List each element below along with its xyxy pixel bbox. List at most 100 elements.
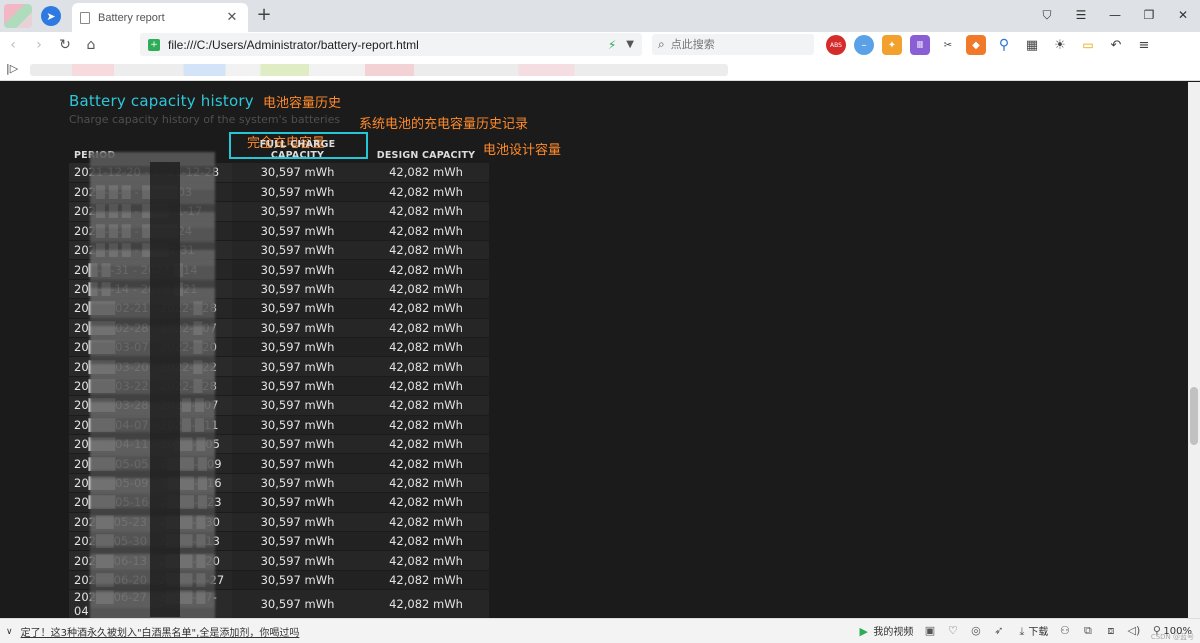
close-window-icon[interactable]: ✕ — [1166, 0, 1200, 30]
close-tab-icon[interactable]: ✕ — [224, 10, 240, 25]
full-charge-cell: 30,597 mWh — [232, 512, 363, 532]
redaction-overlay — [150, 162, 180, 617]
download-button[interactable]: ⤓ 下载 — [1015, 623, 1048, 639]
play-icon: ▶ — [859, 625, 868, 639]
report-content: Battery capacity history Charge capacity… — [0, 82, 1188, 618]
news-message[interactable]: 定了！这3种酒永久被划入"白酒黑名单",全是添加剂，你喝过吗 — [21, 624, 300, 639]
design-capacity-cell: 42,082 mWh — [363, 240, 489, 261]
design-capacity-cell: 42,082 mWh — [363, 356, 489, 377]
restore-icon[interactable]: ❐ — [1132, 0, 1166, 30]
design-capacity-cell: 42,082 mWh — [363, 376, 489, 397]
search-box[interactable]: ⌕ — [652, 34, 814, 55]
full-charge-cell: 30,597 mWh — [232, 531, 363, 552]
full-charge-cell: 30,597 mWh — [232, 376, 363, 397]
column-header-design: DESIGN CAPACITY — [376, 150, 476, 161]
purple-ext-icon[interactable]: Ⅲ — [910, 35, 930, 55]
design-capacity-cell: 42,082 mWh — [363, 415, 489, 435]
address-bar[interactable]: + file:///C:/Users/Administrator/battery… — [140, 33, 642, 56]
sidebar-toggle-icon[interactable]: |▷ — [6, 62, 18, 75]
news-ticker[interactable]: ∨ 定了！这3种酒永久被划入"白酒黑名单",全是添加剂，你喝过吗 — [6, 624, 300, 640]
adblock-icon[interactable]: ABS — [826, 35, 846, 55]
forward-icon[interactable]: › — [26, 32, 52, 58]
globe-icon[interactable]: ◎ — [969, 624, 982, 637]
menu-lines-icon[interactable]: ☰ — [1064, 0, 1098, 30]
translate-icon[interactable]: – — [854, 35, 874, 55]
full-charge-cell: 30,597 mWh — [232, 240, 363, 261]
apps-grid-icon[interactable]: ▦ — [1022, 35, 1042, 55]
volume-icon[interactable]: ◁) — [1127, 624, 1141, 637]
design-capacity-cell: 42,082 mWh — [363, 434, 489, 455]
full-charge-cell: 30,597 mWh — [232, 337, 363, 358]
full-charge-cell: 30,597 mWh — [232, 298, 363, 319]
bookmark-bar: |▷ — [0, 58, 1200, 81]
vertical-scrollbar[interactable] — [1188, 82, 1200, 618]
design-capacity-cell: 42,082 mWh — [363, 259, 489, 280]
full-charge-cell: 30,597 mWh — [232, 163, 363, 183]
search-input[interactable] — [670, 38, 801, 51]
brightness-icon[interactable]: ☀ — [1050, 35, 1070, 55]
home-icon[interactable]: ⌂ — [78, 32, 104, 58]
window-controls: ⛉ ☰ — ❐ ✕ — [1030, 0, 1200, 30]
annotation-design-cn: 电池设计容量 — [483, 143, 562, 158]
full-charge-cell: 30,597 mWh — [232, 182, 363, 203]
scrollbar-thumb[interactable] — [1190, 387, 1198, 445]
design-capacity-cell: 42,082 mWh — [363, 201, 489, 222]
rocket-icon[interactable]: ➶ — [992, 624, 1005, 637]
blurred-bookmarks — [30, 64, 728, 76]
my-videos-button[interactable]: ▶ 我的视频 — [857, 623, 913, 638]
design-capacity-cell: 42,082 mWh — [363, 298, 489, 319]
chevron-down-icon[interactable]: ▼ — [626, 39, 634, 50]
design-capacity-cell: 42,082 mWh — [363, 570, 489, 591]
full-charge-cell: 30,597 mWh — [232, 259, 363, 280]
design-capacity-cell: 42,082 mWh — [363, 550, 489, 571]
window-icon[interactable]: ⧉ — [1081, 624, 1094, 637]
url-text[interactable]: file:///C:/Users/Administrator/battery-r… — [168, 38, 608, 52]
download-icon: ⤓ — [1019, 625, 1025, 638]
heart-icon[interactable]: ♡ — [946, 624, 959, 637]
design-capacity-cell: 42,082 mWh — [363, 221, 489, 242]
undo-icon[interactable]: ↶ — [1106, 35, 1126, 55]
game-icon[interactable]: ⚇ — [1058, 624, 1071, 637]
chevron-down-icon[interactable]: ∨ — [6, 627, 13, 637]
back-icon[interactable]: ‹ — [0, 32, 26, 58]
full-charge-cell: 30,597 mWh — [232, 473, 363, 494]
tab-battery-report[interactable]: Battery report ✕ — [72, 3, 248, 32]
fox-icon[interactable]: ✦ — [882, 35, 902, 55]
section-title: Battery capacity history — [69, 92, 254, 110]
design-capacity-cell: 42,082 mWh — [363, 182, 489, 203]
download-label: 下载 — [1028, 627, 1049, 638]
full-charge-cell: 30,597 mWh — [232, 492, 363, 513]
design-capacity-cell: 42,082 mWh — [363, 279, 489, 300]
find-icon[interactable]: ⚲ — [994, 35, 1014, 55]
search-icon: ⌕ — [658, 37, 665, 51]
secure-shield-icon: + — [148, 38, 160, 51]
design-capacity-cell: 42,082 mWh — [363, 395, 489, 416]
scissors-icon[interactable]: ✂ — [938, 35, 958, 55]
document-icon — [80, 11, 90, 24]
full-charge-cell: 30,597 mWh — [232, 434, 363, 455]
design-capacity-cell: 42,082 mWh — [363, 318, 489, 339]
highlight-box — [229, 132, 368, 159]
design-capacity-cell: 42,082 mWh — [363, 163, 489, 183]
battery-icon[interactable]: ▭ — [1078, 35, 1098, 55]
design-capacity-cell: 42,082 mWh — [363, 492, 489, 513]
main-menu-icon[interactable]: ≡ — [1134, 35, 1154, 55]
lightning-icon[interactable]: ⚡ — [608, 38, 616, 52]
design-capacity-cell: 42,082 mWh — [363, 337, 489, 358]
status-actions: ▶ 我的视频 ▣ ♡ ◎ ➶ ⤓ 下载 ⚇ ⧉ ⧈ ◁) ⚲ 100% — [857, 623, 1192, 639]
full-charge-cell: 30,597 mWh — [232, 570, 363, 591]
profile-avatar[interactable] — [4, 4, 32, 28]
reload-icon[interactable]: ↻ — [52, 32, 78, 58]
section-subtitle: Charge capacity history of the system's … — [69, 113, 341, 126]
navigation-icon[interactable]: ➤ — [41, 6, 61, 26]
extension-row: ABS – ✦ Ⅲ ✂ ◆ ⚲ ▦ ☀ ▭ ↶ ≡ — [826, 35, 1154, 55]
new-tab-button[interactable]: + — [254, 5, 274, 25]
annotation-title-cn: 电池容量历史 — [263, 96, 342, 111]
metamask-icon[interactable]: ◆ — [966, 35, 986, 55]
watermark: CSDN @蓝号 — [1150, 633, 1194, 641]
shirt-icon[interactable]: ⛉ — [1030, 0, 1064, 30]
minimize-icon[interactable]: — — [1098, 0, 1132, 30]
image-icon[interactable]: ▣ — [923, 624, 936, 637]
tools-icon[interactable]: ⧈ — [1104, 624, 1117, 637]
full-charge-cell: 30,597 mWh — [232, 221, 363, 242]
